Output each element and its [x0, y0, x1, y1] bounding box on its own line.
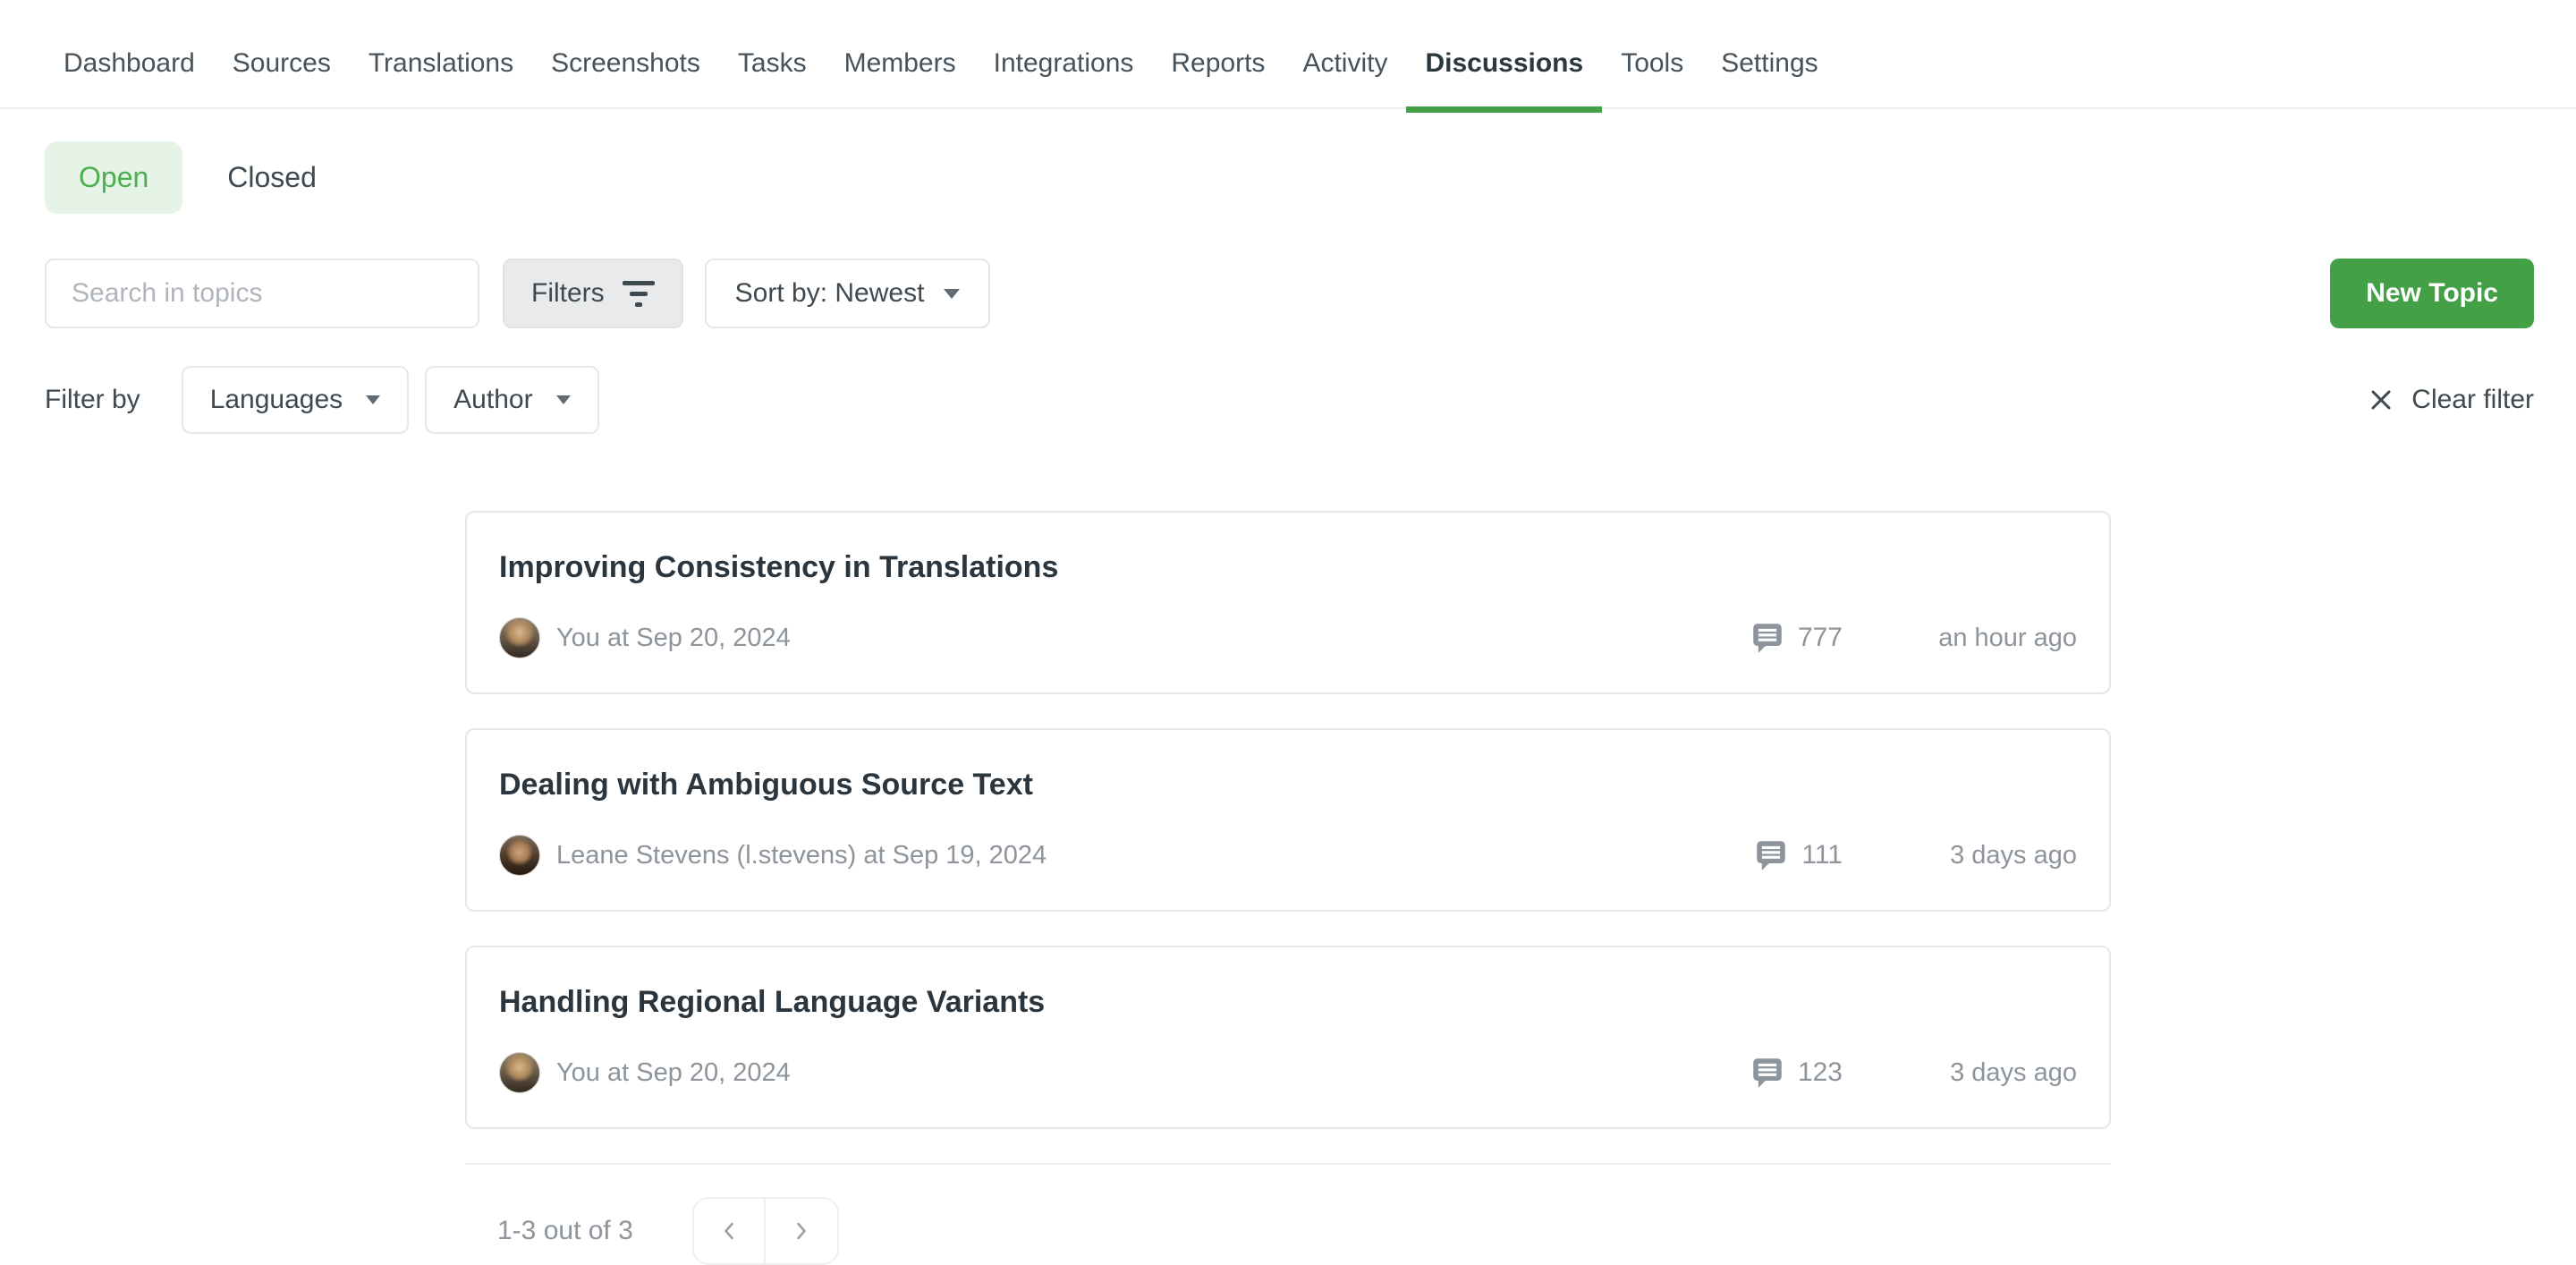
discussion-title[interactable]: Dealing with Ambiguous Source Text [499, 768, 2077, 802]
clear-filter-label: Clear filter [2411, 385, 2534, 415]
avatar [499, 617, 540, 658]
discussion-card[interactable]: Handling Regional Language Variants You … [465, 946, 2111, 1129]
nav-item-integrations[interactable]: Integrations [975, 48, 1153, 79]
comment-count: 777 [1751, 622, 1843, 654]
status-tabs: Open Closed [45, 141, 2531, 214]
active-tab-underline [1406, 106, 1602, 113]
pagination-summary: 1-3 out of 3 [497, 1216, 633, 1246]
avatar [499, 835, 540, 876]
comment-count-value: 123 [1798, 1057, 1843, 1088]
toolbar: Filters Sort by: Newest New Topic [45, 259, 2534, 328]
search-input[interactable] [45, 259, 479, 328]
nav-item-reports[interactable]: Reports [1152, 48, 1284, 79]
discussion-title[interactable]: Handling Regional Language Variants [499, 985, 2077, 1020]
nav-item-tasks[interactable]: Tasks [719, 48, 826, 79]
chevron-down-icon [944, 289, 960, 299]
comment-count-value: 777 [1798, 623, 1843, 653]
nav-item-translations[interactable]: Translations [350, 48, 532, 79]
discussion-meta: You at Sep 20, 2024 777 an hour ago [499, 617, 2077, 658]
author-dropdown[interactable]: Author [425, 366, 598, 434]
nav-item-discussions[interactable]: Discussions [1406, 48, 1602, 79]
filter-by-label: Filter by [45, 385, 140, 415]
discussion-timestamp: 3 days ago [1843, 1058, 2077, 1088]
pager [692, 1197, 839, 1265]
discussion-meta: You at Sep 20, 2024 123 3 days ago [499, 1052, 2077, 1093]
nav-item-discussions-label: Discussions [1425, 48, 1583, 78]
pagination: 1-3 out of 3 [465, 1197, 2111, 1265]
discussion-author-line: You at Sep 20, 2024 [556, 624, 1751, 653]
comment-icon [1751, 622, 1784, 654]
discussion-author-line: You at Sep 20, 2024 [556, 1058, 1751, 1088]
top-navigation: Dashboard Sources Translations Screensho… [0, 0, 2576, 109]
list-end-divider [465, 1163, 2111, 1165]
comment-count-value: 111 [1801, 840, 1843, 870]
discussion-author-line: Leane Stevens (l.stevens) at Sep 19, 202… [556, 841, 1755, 870]
filter-lines-icon [623, 281, 655, 307]
tab-closed[interactable]: Closed [227, 161, 317, 194]
discussion-timestamp: an hour ago [1843, 624, 2077, 653]
next-page-button[interactable] [766, 1199, 837, 1263]
discussion-meta: Leane Stevens (l.stevens) at Sep 19, 202… [499, 835, 2077, 876]
chevron-down-icon [366, 395, 380, 404]
nav-item-screenshots[interactable]: Screenshots [532, 48, 719, 79]
new-topic-button[interactable]: New Topic [2330, 259, 2534, 328]
filters-button[interactable]: Filters [503, 259, 683, 328]
sort-dropdown[interactable]: Sort by: Newest [705, 259, 991, 328]
sort-dropdown-label: Sort by: Newest [735, 278, 925, 309]
languages-dropdown[interactable]: Languages [182, 366, 409, 434]
discussion-card[interactable]: Improving Consistency in Translations Yo… [465, 511, 2111, 694]
nav-item-activity[interactable]: Activity [1284, 48, 1406, 79]
nav-item-dashboard[interactable]: Dashboard [45, 48, 214, 79]
nav-item-members[interactable]: Members [826, 48, 975, 79]
chevron-left-icon [719, 1219, 739, 1243]
nav-item-tools[interactable]: Tools [1602, 48, 1702, 79]
filter-bar: Filter by Languages Author Clear filter [45, 366, 2534, 434]
close-icon [2367, 386, 2395, 414]
discussion-card[interactable]: Dealing with Ambiguous Source Text Leane… [465, 728, 2111, 912]
comment-count: 123 [1751, 1057, 1843, 1089]
discussion-timestamp: 3 days ago [1843, 841, 2077, 870]
author-dropdown-label: Author [453, 385, 532, 415]
comment-icon [1751, 1057, 1784, 1089]
comment-icon [1755, 839, 1787, 871]
chevron-down-icon [556, 395, 571, 404]
tab-open[interactable]: Open [45, 141, 182, 214]
nav-item-settings[interactable]: Settings [1702, 48, 1836, 79]
chevron-right-icon [792, 1219, 811, 1243]
avatar [499, 1052, 540, 1093]
clear-filter-button[interactable]: Clear filter [2367, 385, 2534, 415]
comment-count: 111 [1755, 839, 1843, 871]
nav-item-sources[interactable]: Sources [214, 48, 350, 79]
previous-page-button[interactable] [694, 1199, 766, 1263]
filters-button-label: Filters [531, 278, 605, 309]
discussion-title[interactable]: Improving Consistency in Translations [499, 550, 2077, 585]
languages-dropdown-label: Languages [210, 385, 343, 415]
discussion-list: Improving Consistency in Translations Yo… [465, 511, 2111, 1129]
